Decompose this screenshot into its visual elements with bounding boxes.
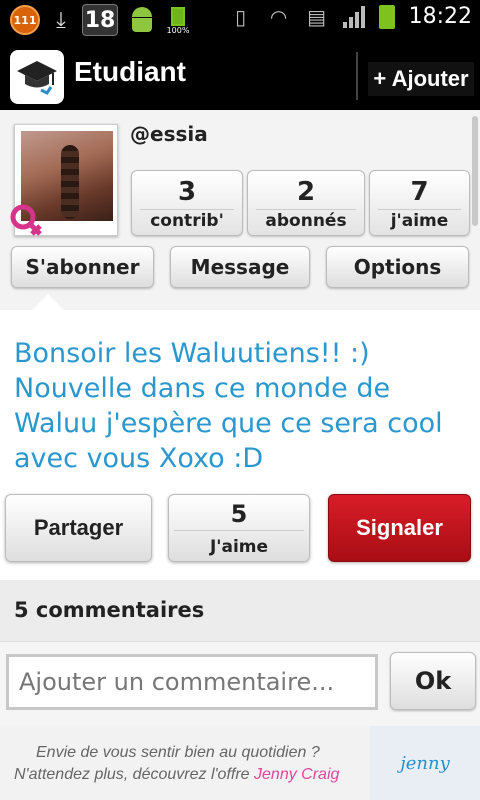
stat-value: 2	[296, 177, 316, 207]
like-count: 5	[230, 499, 248, 528]
scrollbar[interactable]	[472, 116, 478, 226]
stat-label: abonnés	[265, 211, 347, 231]
subscribe-button[interactable]: S'abonner	[11, 246, 154, 288]
message-button[interactable]: Message	[170, 246, 310, 288]
stat-contributions[interactable]: 3 contrib'	[131, 170, 243, 236]
ad-brand: Jenny Craig	[254, 766, 340, 783]
post-card: Bonsoir les Waluutiens!! :) Nouvelle dan…	[0, 310, 480, 580]
submit-comment-button[interactable]: Ok	[390, 652, 476, 710]
calendar-icon: 18	[82, 4, 118, 36]
ad-line-2: N'attendez plus, découvrez l'offre Jenny…	[14, 766, 340, 783]
ad-line-1: Envie de vous sentir bien au quotidien ?	[36, 744, 320, 761]
signal-icon	[342, 5, 365, 28]
profile-section: @essia 3 contrib' 2 abonnés 7 j'aime S'a…	[0, 110, 480, 310]
comments-header: 5 commentaires	[0, 580, 480, 642]
download-icon: ⤓	[56, 7, 66, 33]
status-system: ▯ ◠ ▤ 18:22	[229, 4, 472, 29]
comment-input[interactable]	[6, 654, 378, 710]
comments-count: 5 commentaires	[14, 598, 205, 622]
wifi-icon: ◠	[269, 4, 288, 29]
graduation-cap-icon[interactable]	[10, 50, 64, 104]
vibrate-icon: ▯	[235, 4, 247, 29]
ad-banner[interactable]: Envie de vous sentir bien au quotidien ?…	[0, 726, 480, 800]
report-button[interactable]: Signaler	[328, 494, 471, 562]
status-notifications: 111 ⤓ 18 100%	[10, 4, 190, 36]
notification-badge: 111	[10, 5, 40, 35]
post-text: Bonsoir les Waluutiens!! :) Nouvelle dan…	[14, 338, 443, 474]
ad-logo: jenny	[370, 726, 480, 800]
battery-icon	[378, 4, 395, 29]
app-bar: Etudiant + Ajouter	[0, 38, 480, 110]
stat-value: 3	[177, 177, 197, 207]
android-icon	[128, 5, 156, 35]
like-label: J'aime	[209, 536, 269, 557]
stat-likes[interactable]: 7 j'aime	[369, 170, 470, 236]
post-pointer	[32, 294, 64, 310]
comment-composer: Ok	[0, 642, 480, 726]
stat-followers[interactable]: 2 abonnés	[247, 170, 365, 236]
female-icon	[8, 202, 46, 242]
stat-value: 7	[410, 177, 429, 207]
divider	[356, 52, 358, 100]
add-button[interactable]: + Ajouter	[368, 62, 474, 96]
stat-label: contrib'	[150, 211, 224, 231]
status-bar: 111 ⤓ 18 100% ▯ ◠ ▤ 18:22	[0, 0, 480, 38]
like-button[interactable]: 5 J'aime	[168, 494, 310, 562]
clock: 18:22	[408, 4, 472, 29]
options-button[interactable]: Options	[326, 246, 469, 288]
app-title: Etudiant	[74, 56, 186, 87]
battery-full-icon: 100%	[166, 5, 190, 35]
stat-label: j'aime	[390, 211, 449, 231]
sim-icon: ▤	[307, 4, 327, 29]
share-button[interactable]: Partager	[5, 494, 152, 562]
username: @essia	[130, 122, 208, 146]
